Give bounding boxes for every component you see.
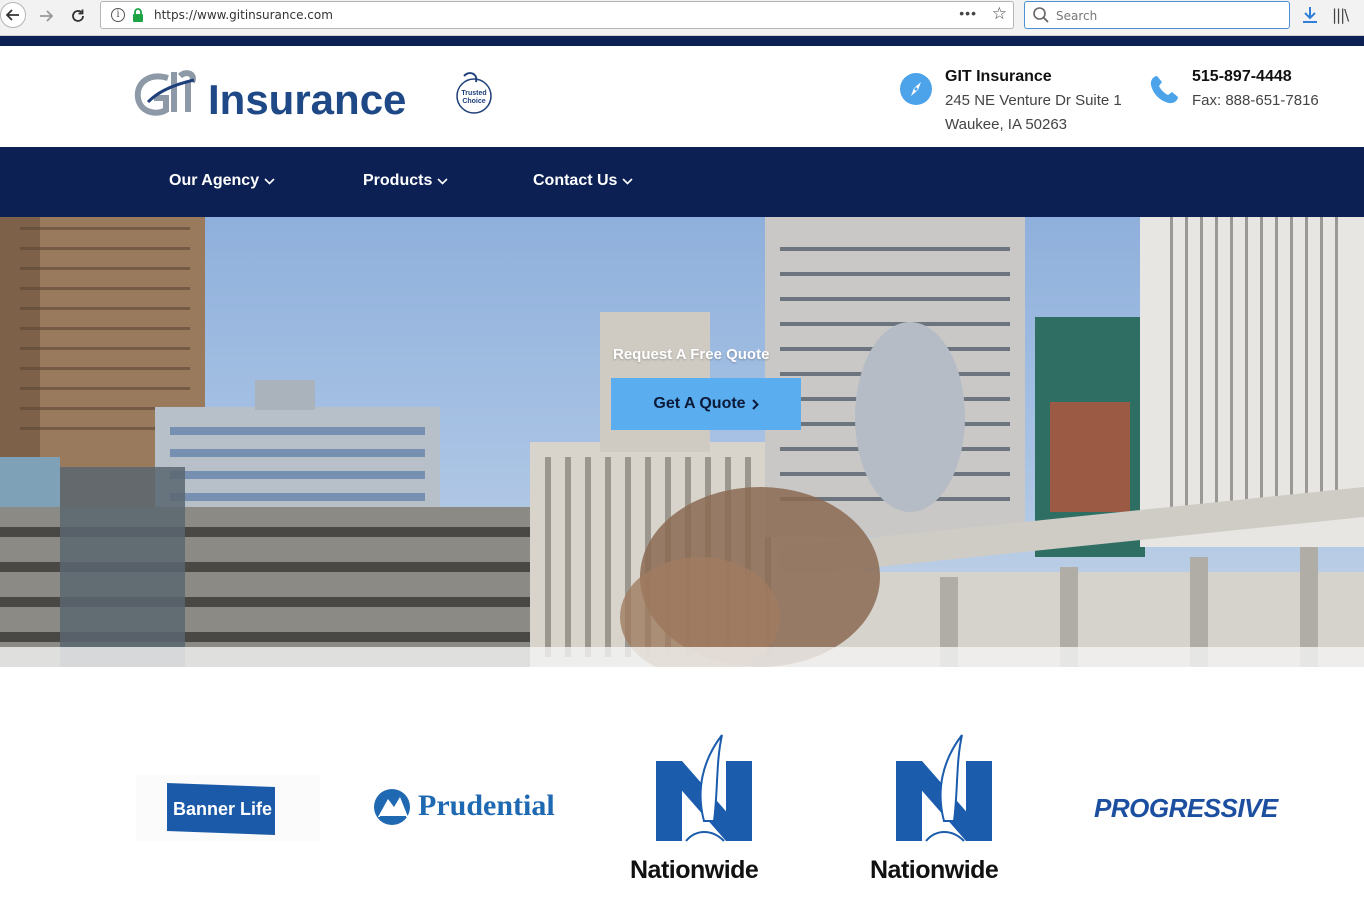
address-line-2: Waukee, IA 50263 [945, 116, 1068, 133]
svg-text:Choice: Choice [462, 98, 485, 105]
chevron-down-icon [264, 177, 275, 185]
get-quote-button[interactable]: Get A Quote [611, 378, 801, 430]
browser-search-input[interactable]: Search [1024, 1, 1290, 29]
address-line-1: 245 NE Venture Dr Suite 1 [945, 92, 1122, 109]
info-icon[interactable]: i [111, 8, 125, 22]
phone-number[interactable]: 515-897-4448 [1192, 68, 1292, 86]
svg-text:Trusted: Trusted [461, 90, 486, 97]
nav-our-agency[interactable]: Our Agency [169, 172, 275, 190]
chevron-right-icon [751, 398, 759, 410]
fax-number: Fax: 888-651-7816 [1192, 92, 1319, 109]
url-text[interactable]: https://www.gitinsurance.com [154, 8, 333, 22]
arrow-right-icon [40, 10, 53, 22]
prudential-wordmark: Prudential [418, 789, 555, 822]
address-bar[interactable]: i https://www.gitinsurance.com ••• ☆ [100, 1, 1014, 29]
nationwide-logo[interactable]: Nationwide [626, 731, 782, 887]
lock-icon [133, 8, 143, 22]
main-navigation: Our Agency Products Contact Us [0, 147, 1364, 217]
site-header: Insurance Trusted Choice GIT Insurance 2… [0, 46, 1364, 147]
nationwide-wordmark: Nationwide [630, 856, 759, 884]
chevron-down-icon [622, 177, 634, 185]
hero-banner: Request A Free Quote Get A Quote [0, 217, 1364, 667]
nav-products[interactable]: Products [363, 172, 448, 190]
nationwide-eagle-icon [896, 734, 992, 842]
chevron-down-icon [437, 177, 448, 185]
download-icon[interactable] [1300, 5, 1320, 25]
reload-icon [72, 9, 84, 22]
compass-icon [900, 73, 932, 105]
reload-button[interactable] [64, 4, 92, 28]
progressive-logo[interactable]: PROGRESSIVE [1094, 793, 1284, 825]
nationwide-logo-2[interactable]: Nationwide [866, 731, 1022, 887]
prudential-logo[interactable]: Prudential [372, 785, 562, 829]
search-icon [1033, 7, 1049, 23]
nationwide-wordmark: Nationwide [870, 856, 999, 884]
top-accent-strip [0, 36, 1364, 46]
banner-life-logo[interactable]: Banner Life [136, 775, 320, 841]
svg-text:Insurance: Insurance [208, 76, 406, 122]
carrier-logos: Banner Life Prudential Nationwide Nation… [0, 667, 1364, 917]
rock-icon [374, 789, 410, 825]
phone-icon [1150, 76, 1178, 104]
nav-label: Our Agency [169, 172, 260, 189]
nationwide-eagle-icon [656, 734, 752, 842]
git-insurance-logo[interactable]: Insurance Trusted Choice [134, 68, 496, 122]
hero-caption: Request A Free Quote [613, 346, 770, 363]
more-actions-icon[interactable]: ••• [959, 5, 977, 21]
agency-name: GIT Insurance [945, 68, 1052, 85]
arrow-left-icon [6, 9, 19, 21]
nav-label: Contact Us [533, 172, 618, 189]
progressive-wordmark: PROGRESSIVE [1094, 793, 1278, 823]
search-placeholder: Search [1056, 9, 1098, 23]
back-button[interactable] [0, 2, 26, 28]
get-quote-label: Get A Quote [653, 395, 746, 412]
bookmark-star-icon[interactable]: ☆ [992, 4, 1007, 24]
forward-button[interactable] [32, 4, 60, 28]
banner-life-mark: Banner Life [167, 783, 275, 835]
svg-text:Banner Life: Banner Life [173, 799, 272, 819]
library-icon[interactable]: |||\ [1332, 6, 1349, 24]
city-skyline-image [0, 217, 1364, 667]
nav-label: Products [363, 172, 433, 189]
nav-contact-us[interactable]: Contact Us [533, 172, 634, 190]
browser-toolbar: i https://www.gitinsurance.com ••• ☆ Sea… [0, 0, 1364, 36]
